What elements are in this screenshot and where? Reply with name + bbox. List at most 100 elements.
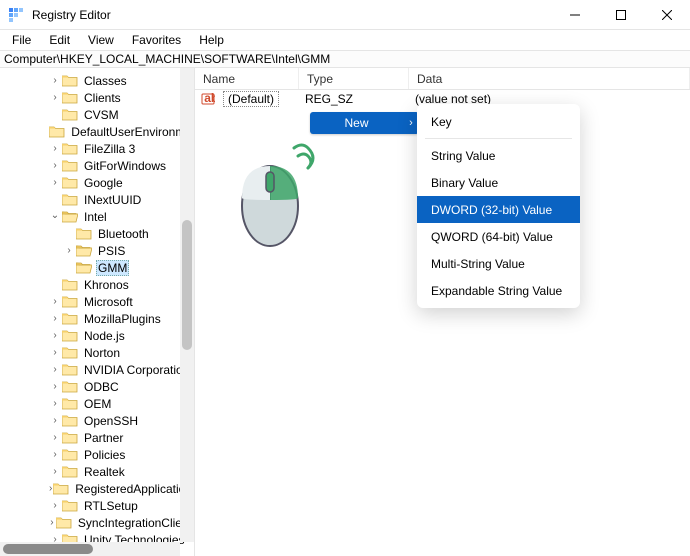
tree-vertical-scrollbar[interactable]: [180, 68, 194, 542]
tree-item[interactable]: DefaultUserEnvironme: [0, 123, 194, 140]
tree-item[interactable]: NVIDIA Corporation: [0, 361, 194, 378]
minimize-button[interactable]: [552, 0, 598, 30]
submenu-item[interactable]: Key: [417, 108, 580, 135]
submenu-item[interactable]: DWORD (32-bit) Value: [417, 196, 580, 223]
tree-horizontal-thumb[interactable]: [3, 544, 93, 554]
address-bar[interactable]: Computer\HKEY_LOCAL_MACHINE\SOFTWARE\Int…: [0, 50, 690, 68]
tree-twisty[interactable]: [48, 500, 62, 511]
tree-item[interactable]: Bluetooth: [0, 225, 194, 242]
submenu-item[interactable]: QWORD (64-bit) Value: [417, 223, 580, 250]
tree-item[interactable]: Clients: [0, 89, 194, 106]
folder-icon: [62, 159, 78, 172]
tree-twisty[interactable]: [62, 245, 76, 256]
tree-item[interactable]: Norton: [0, 344, 194, 361]
tree-item[interactable]: FileZilla 3: [0, 140, 194, 157]
submenu-item-label: QWORD (64-bit) Value: [431, 230, 553, 244]
tree-item-label: Bluetooth: [96, 227, 151, 241]
tree-item[interactable]: OEM: [0, 395, 194, 412]
tree-twisty[interactable]: [48, 449, 62, 460]
tree-twisty[interactable]: [48, 296, 62, 307]
folder-icon: [62, 363, 78, 376]
tree-item[interactable]: Intel: [0, 208, 194, 225]
tree-item[interactable]: ODBC: [0, 378, 194, 395]
tree-item[interactable]: Khronos: [0, 276, 194, 293]
tree-item-label: RTLSetup: [82, 499, 140, 513]
tree-item[interactable]: Realtek: [0, 463, 194, 480]
window-title: Registry Editor: [32, 8, 111, 22]
folder-icon: [62, 108, 78, 121]
folder-icon: [62, 210, 78, 223]
col-header-name[interactable]: Name: [195, 68, 299, 89]
tree-twisty[interactable]: [48, 211, 62, 222]
context-submenu-new[interactable]: Key String Value Binary Value DWORD (32-bit…: [417, 104, 580, 308]
tree-item-label: Google: [82, 176, 125, 190]
submenu-item-label: Binary Value: [431, 176, 498, 190]
tree-item-label: SyncIntegrationClient: [76, 516, 194, 530]
submenu-item[interactable]: Binary Value: [417, 169, 580, 196]
submenu-item-label: DWORD (32-bit) Value: [431, 203, 552, 217]
tree-item[interactable]: Classes: [0, 72, 194, 89]
tree-item[interactable]: Partner: [0, 429, 194, 446]
tree-twisty[interactable]: [48, 381, 62, 392]
menu-edit[interactable]: Edit: [41, 31, 78, 49]
tree-item[interactable]: RegisteredApplication: [0, 480, 194, 497]
tree-item[interactable]: Policies: [0, 446, 194, 463]
col-header-data[interactable]: Data: [409, 68, 690, 89]
tree-twisty[interactable]: [48, 177, 62, 188]
tree-item[interactable]: Google: [0, 174, 194, 191]
tree-twisty[interactable]: [48, 330, 62, 341]
tree-item[interactable]: GitForWindows: [0, 157, 194, 174]
tree-twisty[interactable]: [48, 75, 62, 86]
tree-twisty[interactable]: [48, 364, 62, 375]
folder-icon: [76, 261, 92, 274]
tree-twisty[interactable]: [48, 143, 62, 154]
menu-help[interactable]: Help: [191, 31, 232, 49]
col-header-type[interactable]: Type: [299, 68, 409, 89]
tree-item[interactable]: GMM: [0, 259, 194, 276]
folder-icon: [62, 176, 78, 189]
tree-horizontal-scrollbar[interactable]: [0, 542, 180, 556]
tree-item[interactable]: PSIS: [0, 242, 194, 259]
tree-twisty[interactable]: [48, 160, 62, 171]
tree-twisty[interactable]: [48, 432, 62, 443]
tree-item[interactable]: CVSM: [0, 106, 194, 123]
tree-twisty[interactable]: [48, 398, 62, 409]
tree-item[interactable]: INextUUID: [0, 191, 194, 208]
menu-view[interactable]: View: [80, 31, 122, 49]
menu-file[interactable]: File: [4, 31, 39, 49]
tree-item-label: Clients: [82, 91, 123, 105]
maximize-button[interactable]: [598, 0, 644, 30]
tree-item-label: RegisteredApplication: [73, 482, 194, 496]
tree-twisty[interactable]: [48, 347, 62, 358]
folder-icon: [62, 431, 78, 444]
tree-view[interactable]: Classes ClientsCVSMDefaultUserEnvironmeFi…: [0, 68, 194, 548]
close-button[interactable]: [644, 0, 690, 30]
submenu-item-label: String Value: [431, 149, 495, 163]
submenu-item[interactable]: Multi-String Value: [417, 250, 580, 277]
tree-item[interactable]: MozillaPlugins: [0, 310, 194, 327]
tree-item[interactable]: OpenSSH: [0, 412, 194, 429]
tree-item[interactable]: RTLSetup: [0, 497, 194, 514]
tree-item[interactable]: Node.js: [0, 327, 194, 344]
tree-pane: Classes ClientsCVSMDefaultUserEnvironmeFi…: [0, 68, 195, 556]
tree-vertical-thumb[interactable]: [182, 220, 192, 350]
tree-twisty[interactable]: [48, 92, 62, 103]
submenu-item[interactable]: Expandable String Value: [417, 277, 580, 304]
folder-icon: [53, 482, 69, 495]
tree-twisty[interactable]: [48, 313, 62, 324]
tree-item[interactable]: SyncIntegrationClient: [0, 514, 194, 531]
tree-item[interactable]: Microsoft: [0, 293, 194, 310]
tree-twisty[interactable]: [48, 415, 62, 426]
context-menu-new[interactable]: New ›: [310, 112, 419, 134]
submenu-separator: [425, 138, 572, 139]
tree-twisty[interactable]: [48, 466, 62, 477]
submenu-item-label: Key: [431, 115, 452, 129]
tree-twisty[interactable]: [48, 517, 56, 528]
tree-item-label: Realtek: [82, 465, 127, 479]
folder-icon: [62, 397, 78, 410]
folder-icon: [56, 516, 72, 529]
menu-favorites[interactable]: Favorites: [124, 31, 189, 49]
submenu-item[interactable]: String Value: [417, 142, 580, 169]
svg-text:ab: ab: [204, 92, 215, 105]
tree-item-label: Policies: [82, 448, 127, 462]
